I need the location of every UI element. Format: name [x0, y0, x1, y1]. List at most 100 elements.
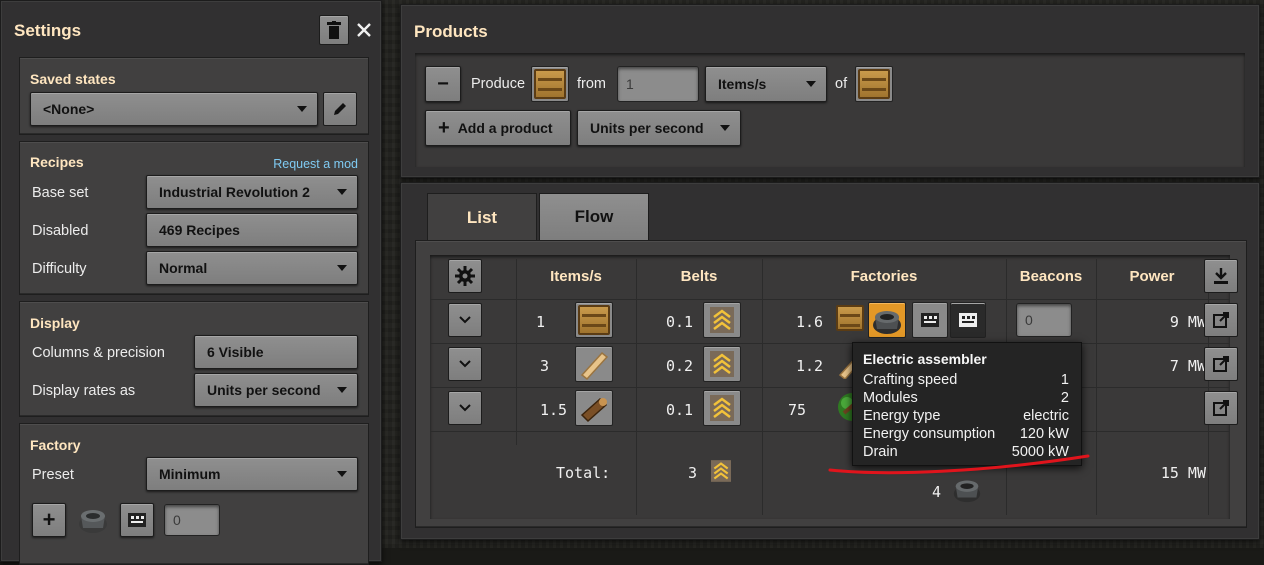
chevron-down-icon [459, 404, 471, 412]
difficulty-dropdown[interactable]: Normal [146, 251, 358, 285]
table-settings-button[interactable] [448, 259, 482, 293]
request-mod-link[interactable]: Request a mod [273, 157, 358, 171]
header-belts: Belts [680, 268, 718, 285]
tooltip-value: 120 kW [1019, 426, 1069, 442]
total-assembler-icon [950, 473, 984, 510]
disabled-label: Disabled [32, 223, 89, 239]
wooden-chest-icon [858, 69, 890, 99]
row-module-slot-2[interactable] [950, 302, 986, 338]
row-expand-button[interactable] [448, 391, 482, 425]
tooltip-row: Crafting speed 1 [863, 372, 1069, 388]
tab-list[interactable]: List [427, 193, 537, 241]
row-item-slot[interactable] [575, 390, 613, 426]
columns-precision-button[interactable]: 6 Visible [194, 335, 358, 369]
row-belts-value: 0.2 [666, 357, 694, 375]
beacon-module-button[interactable] [120, 503, 154, 537]
rate-unit-dropdown[interactable]: Items/s [705, 66, 827, 102]
chevron-down-icon [806, 81, 816, 87]
tooltip-row: Energy consumption 120 kW [863, 426, 1069, 442]
chevron-down-icon [337, 189, 347, 195]
settings-panel: Settings Saved states <None> Recipes Req… [0, 0, 382, 565]
row-open-button[interactable] [1204, 303, 1238, 337]
annotation-underline [828, 454, 1090, 475]
tooltip-value: electric [1023, 408, 1069, 424]
pencil-icon [334, 103, 346, 115]
transport-belt-icon [710, 307, 734, 333]
tooltip-value: 2 [1060, 390, 1069, 406]
row-factory-slot[interactable] [868, 302, 906, 338]
minus-icon: − [437, 72, 449, 95]
row-factories-value: 1.2 [796, 357, 824, 375]
row-open-button[interactable] [1204, 347, 1238, 381]
units-per-second-value: Units per second [590, 120, 704, 136]
row-belt-slot[interactable] [703, 302, 741, 338]
tooltip-row: Energy type electric [863, 408, 1069, 424]
row-power-value: 9 MW [1169, 313, 1206, 331]
module-icon [959, 313, 977, 327]
tooltip-title: Electric assembler [863, 351, 987, 367]
product-item-slot[interactable] [531, 66, 569, 102]
total-power-value: 15 MW [1160, 464, 1206, 482]
factory-beacon-input[interactable]: 0 [164, 504, 220, 536]
tab-flow-label: Flow [574, 207, 614, 226]
external-link-icon [1213, 312, 1229, 328]
row-expand-button[interactable] [448, 347, 482, 381]
row-belt-slot[interactable] [703, 390, 741, 426]
chevron-down-icon [337, 265, 347, 271]
row-beacons-input[interactable]: 0 [1016, 303, 1072, 337]
row-expand-button[interactable] [448, 303, 482, 337]
chevron-down-icon [337, 387, 347, 393]
product-amount-input[interactable]: 1 [617, 66, 699, 102]
transport-belt-icon [711, 460, 731, 482]
wood-plank-icon [580, 351, 609, 381]
display-rates-dropdown[interactable]: Units per second [194, 373, 358, 407]
saved-states-dropdown[interactable]: <None> [30, 92, 318, 126]
download-button[interactable] [1204, 259, 1238, 293]
tooltip-row: Modules 2 [863, 390, 1069, 406]
disabled-recipes-button[interactable]: 469 Recipes [146, 213, 358, 247]
factory-section: Factory Preset Minimum + 0 [19, 423, 369, 565]
wood-log-icon [580, 397, 608, 423]
add-factory-button[interactable]: + [32, 503, 66, 537]
row-factories-value: 75 [788, 401, 807, 419]
saved-states-section: Saved states <None> [19, 57, 369, 135]
settings-title: Settings [14, 21, 82, 40]
disabled-recipes-value: 469 Recipes [159, 222, 240, 238]
row-recipe-icon [836, 305, 868, 335]
edit-button[interactable] [323, 92, 357, 126]
recipes-section: Recipes Request a mod Base set Industria… [19, 141, 369, 295]
row-items-value: 1.5 [540, 401, 568, 419]
external-link-icon [1213, 400, 1229, 416]
base-set-dropdown[interactable]: Industrial Revolution 2 [146, 175, 358, 209]
close-button[interactable] [351, 15, 377, 45]
remove-product-button[interactable]: − [425, 66, 461, 102]
rate-unit-value: Items/s [718, 76, 767, 92]
row-item-slot[interactable] [575, 302, 613, 338]
tab-flow[interactable]: Flow [539, 193, 649, 241]
wooden-chest-icon [836, 305, 864, 331]
preset-label: Preset [32, 467, 74, 483]
display-title: Display [30, 315, 80, 331]
display-rates-label: Display rates as [32, 383, 136, 399]
row-item-slot[interactable] [575, 346, 613, 382]
row-module-slot-1[interactable] [912, 302, 948, 338]
product-recipe-slot[interactable] [855, 66, 893, 102]
assembler-icon[interactable] [76, 504, 110, 536]
units-per-second-dropdown[interactable]: Units per second [577, 110, 741, 146]
row-belt-slot[interactable] [703, 346, 741, 382]
add-product-button[interactable]: + Add a product [425, 110, 571, 146]
header-beacons: Beacons [1019, 268, 1083, 285]
base-set-label: Base set [32, 185, 89, 201]
tooltip-label: Modules [863, 390, 918, 406]
factory-title: Factory [30, 437, 81, 453]
header-factories: Factories [850, 268, 918, 285]
products-panel: Products − Produce from 1 Items/s of + A… [400, 4, 1260, 178]
transport-belt-icon [710, 395, 734, 421]
base-set-value: Industrial Revolution 2 [159, 184, 310, 200]
factory-tooltip: Electric assembler Crafting speed 1 Modul… [852, 342, 1082, 466]
delete-button[interactable] [319, 15, 349, 45]
module-icon [921, 313, 939, 327]
preset-dropdown[interactable]: Minimum [146, 457, 358, 491]
row-open-button[interactable] [1204, 391, 1238, 425]
row-items-value: 3 [540, 357, 550, 375]
